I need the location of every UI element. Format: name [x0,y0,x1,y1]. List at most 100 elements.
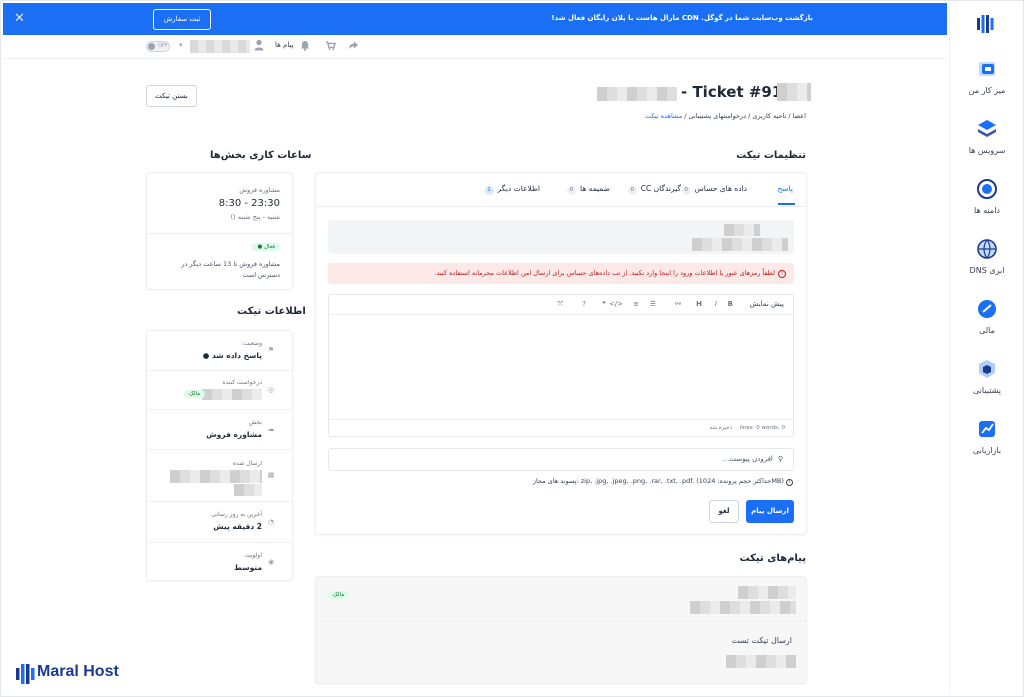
breadcrumb-item[interactable]: ناحیه کاربری [752,112,786,120]
top-toolbar: OFF ▾ پیام ها [141,37,381,57]
cloud-dns-icon [976,238,998,260]
sidebar-item-domains[interactable]: دامنه ها [950,178,1024,234]
order-button[interactable]: ثبت سفارش [153,9,211,30]
heading-icon[interactable]: H [696,300,702,308]
owner-badge: مالک [328,591,350,599]
sender-redacted [690,601,796,614]
tab-other-info[interactable]: اطلاعات دیگر1 [484,184,540,195]
sidebar-item-support[interactable]: پشتیبانی [950,358,1024,414]
info-row-status: ⚑ وضعیت: پاسخ داده شد ● [147,331,292,371]
breadcrumb-item[interactable]: اعضا [793,112,806,120]
info-label: آخرین به روز رسانی [211,511,262,518]
bold-icon[interactable]: B [728,300,733,308]
breadcrumb-current: مشاهده تیکت [644,112,683,120]
breadcrumb-item[interactable]: درخواستهای پشتیبانی [689,112,746,120]
chevron-down-icon[interactable]: ▾ [179,41,183,49]
sidebar-item-services[interactable]: سرویس ها [950,118,1024,174]
sidebar-item-label: سرویس ها [968,146,1006,155]
paperclip-icon: ⚲ [777,455,783,463]
allowed-extensions-text: پسوند های مجاز: zip, .jpg, .jpeg, .png, … [532,477,784,485]
owner-badge: مالک [184,390,206,398]
dark-mode-toggle[interactable]: OFF [146,41,170,52]
app-window: ✕ ثبت سفارش بازگشت وب‌سایت شما در گوگل. … [0,0,1024,697]
availability-text: مشاوره فروش تا 13 ساعت دیگر در دسترس است [181,260,280,279]
messages-label[interactable]: پیام ها [275,41,294,49]
message-editor[interactable]: پیش نمایش B I H ⚯ ☰ ≡ </> ❝ ? ⤧ lines: 0… [328,294,794,437]
info-label: ارسال شده [232,460,262,467]
bell-icon[interactable] [300,40,310,53]
tab-reply[interactable]: پاسخ [778,184,794,193]
user-name-redacted[interactable] [190,40,250,53]
sidebar-item-cloud-dns[interactable]: DNS ابری [950,238,1024,294]
attachment-input[interactable]: ⚲ افزودن پیوست... [328,448,794,471]
brand-logo-mark-icon [16,664,35,684]
message-body: ارسال تیکت تست [731,636,792,645]
info-icon: i [786,479,793,486]
sidebar-item-label: DNS ابری [969,266,1005,275]
numbered-list-icon[interactable]: ≡ [633,300,639,308]
sensitive-data-alert: !لطفاً رمزهای عبور یا اطلاعات ورود را ای… [328,263,794,284]
help-icon[interactable]: ? [582,300,586,308]
timestamp-redacted [726,655,796,668]
share-icon[interactable] [348,40,359,53]
info-row-priority: ◉ اولویت متوسط [147,543,292,582]
tab-sensitive-data[interactable]: داده های حساس0 [681,184,747,195]
support-icon [976,358,998,380]
sender-redacted [738,586,796,599]
sidebar-item-label: پشتیبانی [973,386,1001,395]
editor-textarea[interactable] [329,315,793,419]
sidebar-item-label: مالی [979,326,995,335]
message-divider [316,621,806,622]
submitted-date-redacted [170,470,262,483]
cart-icon[interactable] [325,40,336,53]
info-row-department: ☁ بخش مشاوره فروش [147,410,292,450]
word-count: lines: 0 words: 0 [739,425,785,431]
code-icon[interactable]: </> [609,300,623,308]
info-value: 2 دقیقه پیش [213,522,262,531]
tab-cc-recipients[interactable]: گیرندگان CC0 [627,184,681,195]
marketing-icon [976,418,998,440]
info-label: اولویت [244,552,262,559]
info-label: درخواست کننده [222,379,262,386]
sidebar-item-label: دامنه ها [974,206,1000,215]
ticket-message-card: مالک ارسال تیکت تست [315,576,807,684]
user-circle-icon: ◎ [267,386,275,394]
working-days: شنبه - پنج شنبه () [230,213,280,221]
brand-name: Maral Host [37,663,119,680]
quote-icon[interactable]: ❝ [602,300,606,308]
close-ticket-button[interactable]: بستن تیکت [146,85,197,107]
clock-icon: ◔ [267,518,275,526]
ticket-info-card: ⚑ وضعیت: پاسخ داده شد ● ◎ درخواست کننده … [146,330,293,581]
user-icon[interactable] [254,39,264,51]
page-title-row: - Ticket #914 [597,81,811,105]
brand-logo[interactable]: Maral Host [16,661,132,687]
italic-icon[interactable]: I [715,300,717,308]
brand-mark-icon[interactable] [975,13,997,35]
billing-icon [976,298,998,320]
cancel-button[interactable]: لغو [709,500,739,523]
send-message-button[interactable]: ارسال پیام [746,500,794,523]
toolbar-divider [3,58,947,59]
editor-toolbar: پیش نمایش B I H ⚯ ☰ ≡ </> ❝ ? ⤧ [329,295,793,315]
info-row-last-update: ◔ آخرین به روز رسانی 2 دقیقه پیش [147,502,292,543]
bullet-list-icon[interactable]: ☰ [650,300,656,308]
alert-icon: ! [778,270,786,278]
sidebar-item-dashboard[interactable]: میز کار من [950,58,1024,114]
sidebar-item-billing[interactable]: مالی [950,298,1024,354]
sidebar-item-label: میز کار من [968,86,1006,95]
services-icon [976,118,998,140]
close-icon[interactable]: ✕ [14,11,25,26]
preview-button[interactable]: پیش نمایش [750,300,784,308]
info-label: وضعیت: [241,340,262,347]
tab-attachments[interactable]: ضمیمه ها0 [567,184,610,195]
autosave-status: ذخیره شد [709,425,733,431]
title-redacted-suffix [777,83,811,101]
info-value: مشاوره فروش [206,430,262,439]
sidebar-item-marketing[interactable]: بازاریابی [950,418,1024,474]
right-sidebar: میز کار من سرویس ها دامنه ها DNS ابری ما [949,3,1023,693]
status-badge: ● فعال [252,243,280,251]
sidebar-item-label: بازاریابی [972,446,1002,455]
link-icon[interactable]: ⚯ [675,300,681,308]
active-tab-indicator [778,203,795,205]
fullscreen-icon[interactable]: ⤧ [557,300,563,309]
